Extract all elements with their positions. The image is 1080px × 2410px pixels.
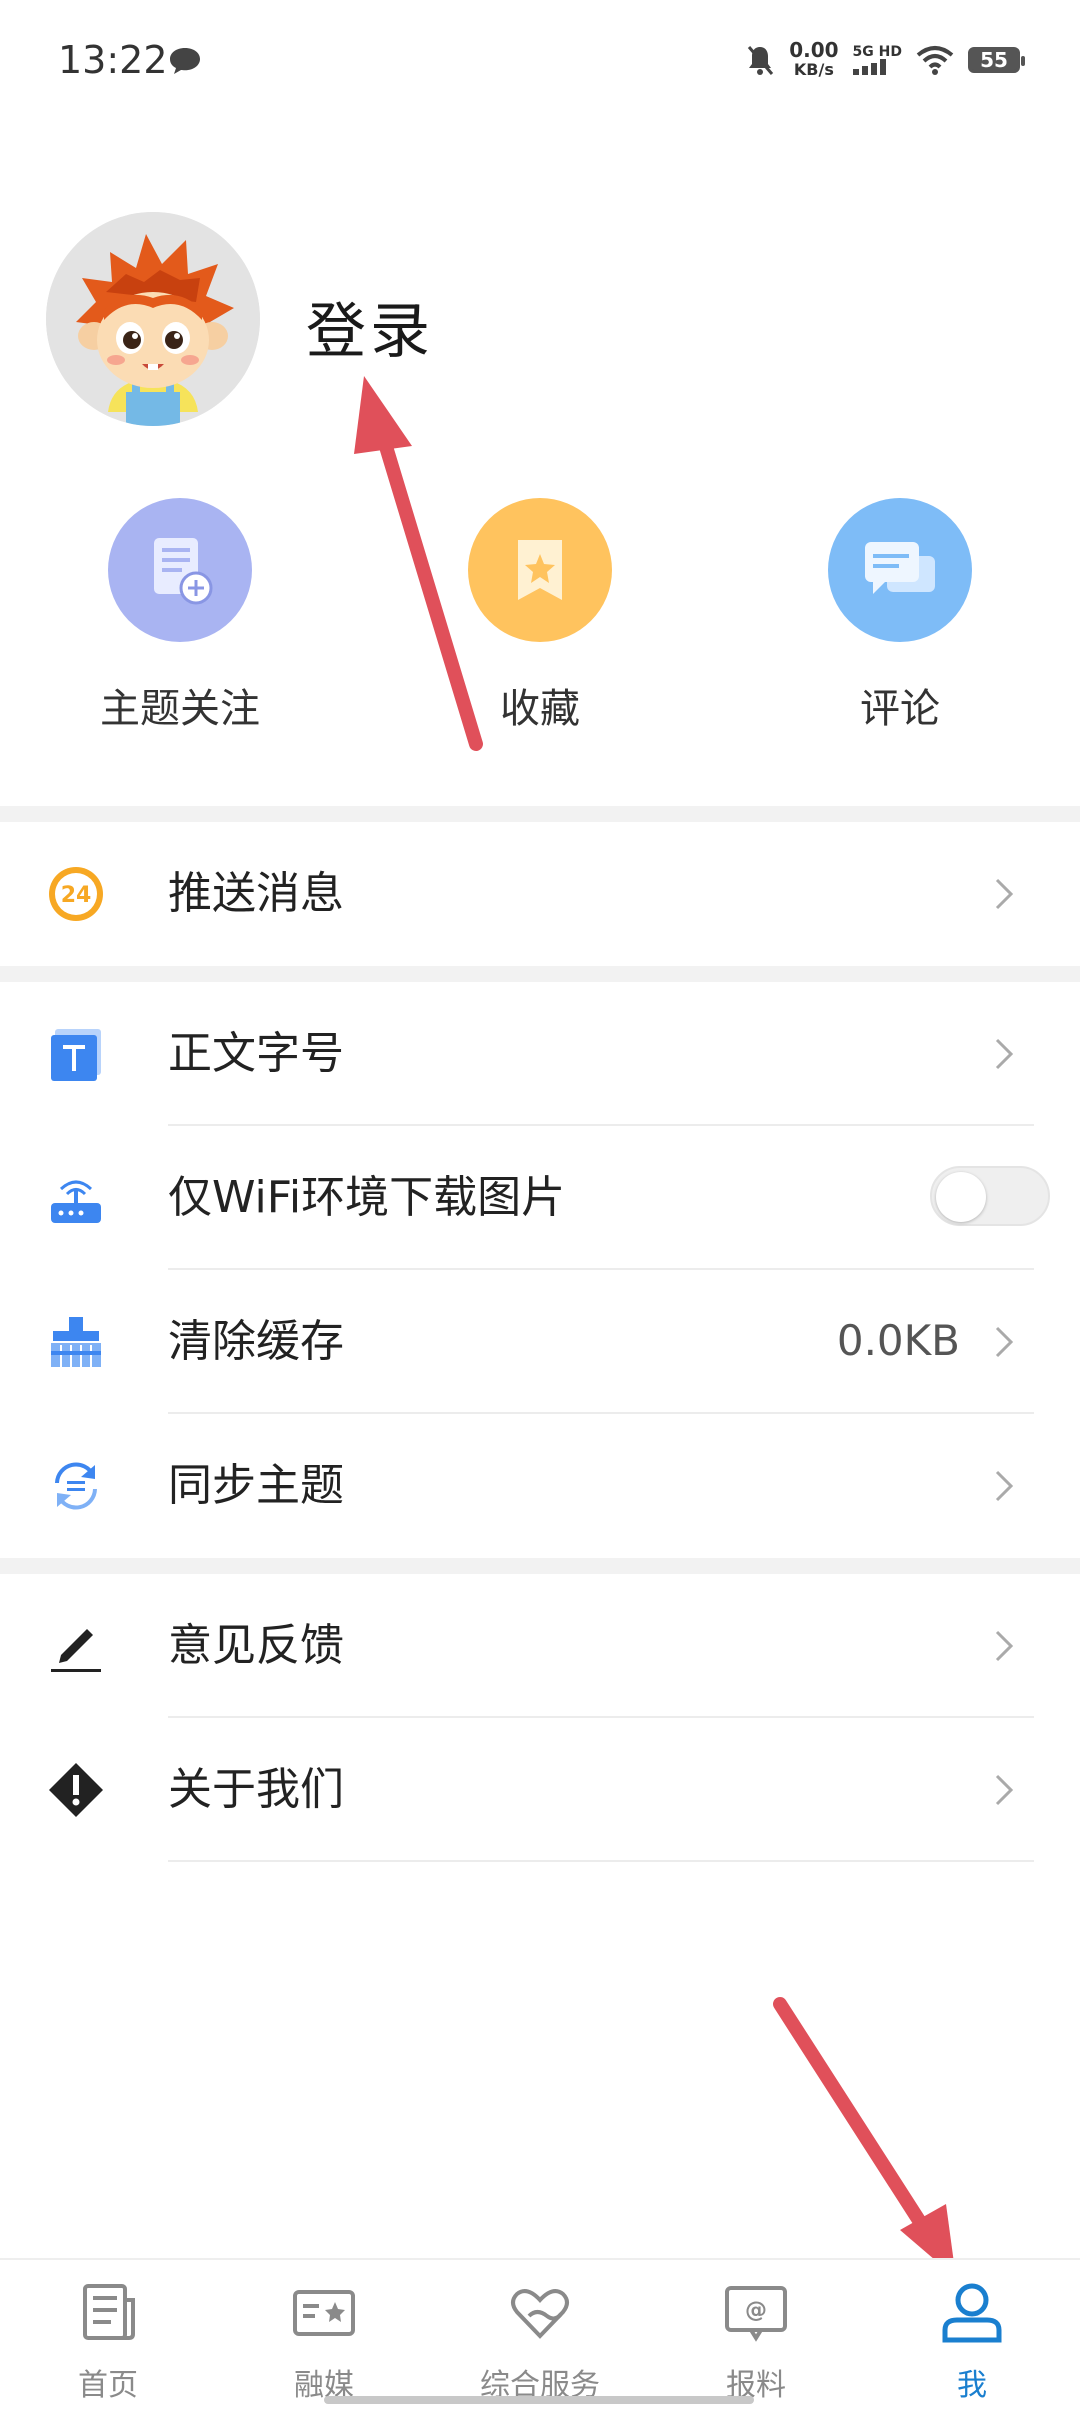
settings-row-sync-theme[interactable]: 同步主题 [0, 1414, 1080, 1558]
toggle-knob [936, 1172, 986, 1222]
chat-notification-icon [170, 48, 200, 74]
chevron-right-icon [995, 1774, 1014, 1806]
router-icon [44, 1166, 108, 1230]
chevron-right-icon [995, 1038, 1014, 1070]
home-indicator[interactable] [324, 2396, 754, 2404]
svg-text:24: 24 [61, 883, 92, 908]
settings-row-label: 关于我们 [168, 1764, 344, 1815]
settings-row-clear-cache[interactable]: 清除缓存 0.0KB [0, 1270, 1080, 1414]
settings-row-label: 正文字号 [168, 1028, 344, 1079]
newspaper-icon [83, 2284, 135, 2340]
media-card-icon [293, 2290, 355, 2336]
at-message-icon: @ [725, 2286, 787, 2342]
person-icon [942, 2283, 1002, 2343]
settings-row-about-us[interactable]: 关于我们 [0, 1718, 1080, 1862]
quick-action-label: 主题关注 [100, 686, 260, 732]
settings-row-label: 清除缓存 [168, 1316, 344, 1367]
signal-indicator: 5G HD [852, 45, 902, 75]
settings-row-push-messages[interactable]: 24 推送消息 [0, 822, 1080, 966]
pencil-icon [44, 1614, 108, 1678]
row-divider [168, 1860, 1034, 1862]
text-format-icon [44, 1022, 108, 1086]
heart-hands-icon [511, 2289, 569, 2339]
svg-text:@: @ [745, 2298, 767, 2323]
nav-label: 我 [957, 2368, 987, 2403]
login-link[interactable]: 登录 [306, 283, 434, 370]
nav-report[interactable]: @ 报料 [666, 2280, 846, 2404]
mute-bell-icon [748, 46, 774, 75]
arrow-to-me-tab [773, 1997, 956, 2278]
document-add-icon [108, 498, 252, 642]
nav-label: 首页 [78, 2368, 138, 2403]
quick-action-label: 收藏 [500, 686, 580, 732]
status-icons: 0.00 KB/s 5G HD 55 [745, 38, 1025, 80]
wifi-icon [916, 46, 954, 75]
chevron-right-icon [995, 1470, 1014, 1502]
status-time: 13:22 [58, 38, 168, 82]
quick-action-label: 评论 [860, 686, 940, 732]
section-separator [0, 966, 1080, 982]
quick-action-comments[interactable]: 评论 [800, 498, 1000, 734]
nav-services[interactable]: 综合服务 [450, 2280, 630, 2404]
wifi-images-toggle[interactable] [930, 1166, 1050, 1226]
settings-row-font-size[interactable]: 正文字号 [0, 982, 1080, 1126]
bottom-nav: 首页 融媒 综合服务 @ 报料 我 [0, 2258, 1080, 2410]
section-separator [0, 806, 1080, 822]
broom-icon [44, 1310, 108, 1374]
section-separator [0, 1558, 1080, 1574]
quick-action-topic-follow[interactable]: 主题关注 [80, 498, 280, 734]
settings-row-label: 仅WiFi环境下载图片 [168, 1172, 566, 1223]
nav-home[interactable]: 首页 [18, 2280, 198, 2404]
settings-row-label: 推送消息 [168, 868, 344, 919]
bookmark-star-icon [468, 498, 612, 642]
signal-bars-icon [852, 59, 886, 75]
clock-24-icon: 24 [44, 862, 108, 926]
mascot-avatar-icon [46, 212, 260, 426]
chat-bubbles-icon [828, 498, 972, 642]
chevron-right-icon [995, 1630, 1014, 1662]
info-diamond-icon [44, 1758, 108, 1822]
settings-row-feedback[interactable]: 意见反馈 [0, 1574, 1080, 1718]
battery-indicator: 55 [968, 47, 1025, 73]
nav-media[interactable]: 融媒 [234, 2280, 414, 2404]
settings-row-label: 同步主题 [168, 1460, 344, 1511]
cache-size-value: 0.0KB [836, 1316, 960, 1365]
sync-icon [44, 1454, 108, 1518]
settings-row-wifi-images: 仅WiFi环境下载图片 [0, 1126, 1080, 1270]
quick-action-favorites[interactable]: 收藏 [440, 498, 640, 734]
settings-row-label: 意见反馈 [168, 1620, 344, 1671]
chevron-right-icon [995, 1326, 1014, 1358]
chevron-right-icon [995, 878, 1014, 910]
avatar[interactable] [46, 212, 260, 426]
nav-me[interactable]: 我 [882, 2280, 1062, 2404]
net-speed: 0.00 KB/s [789, 38, 839, 79]
